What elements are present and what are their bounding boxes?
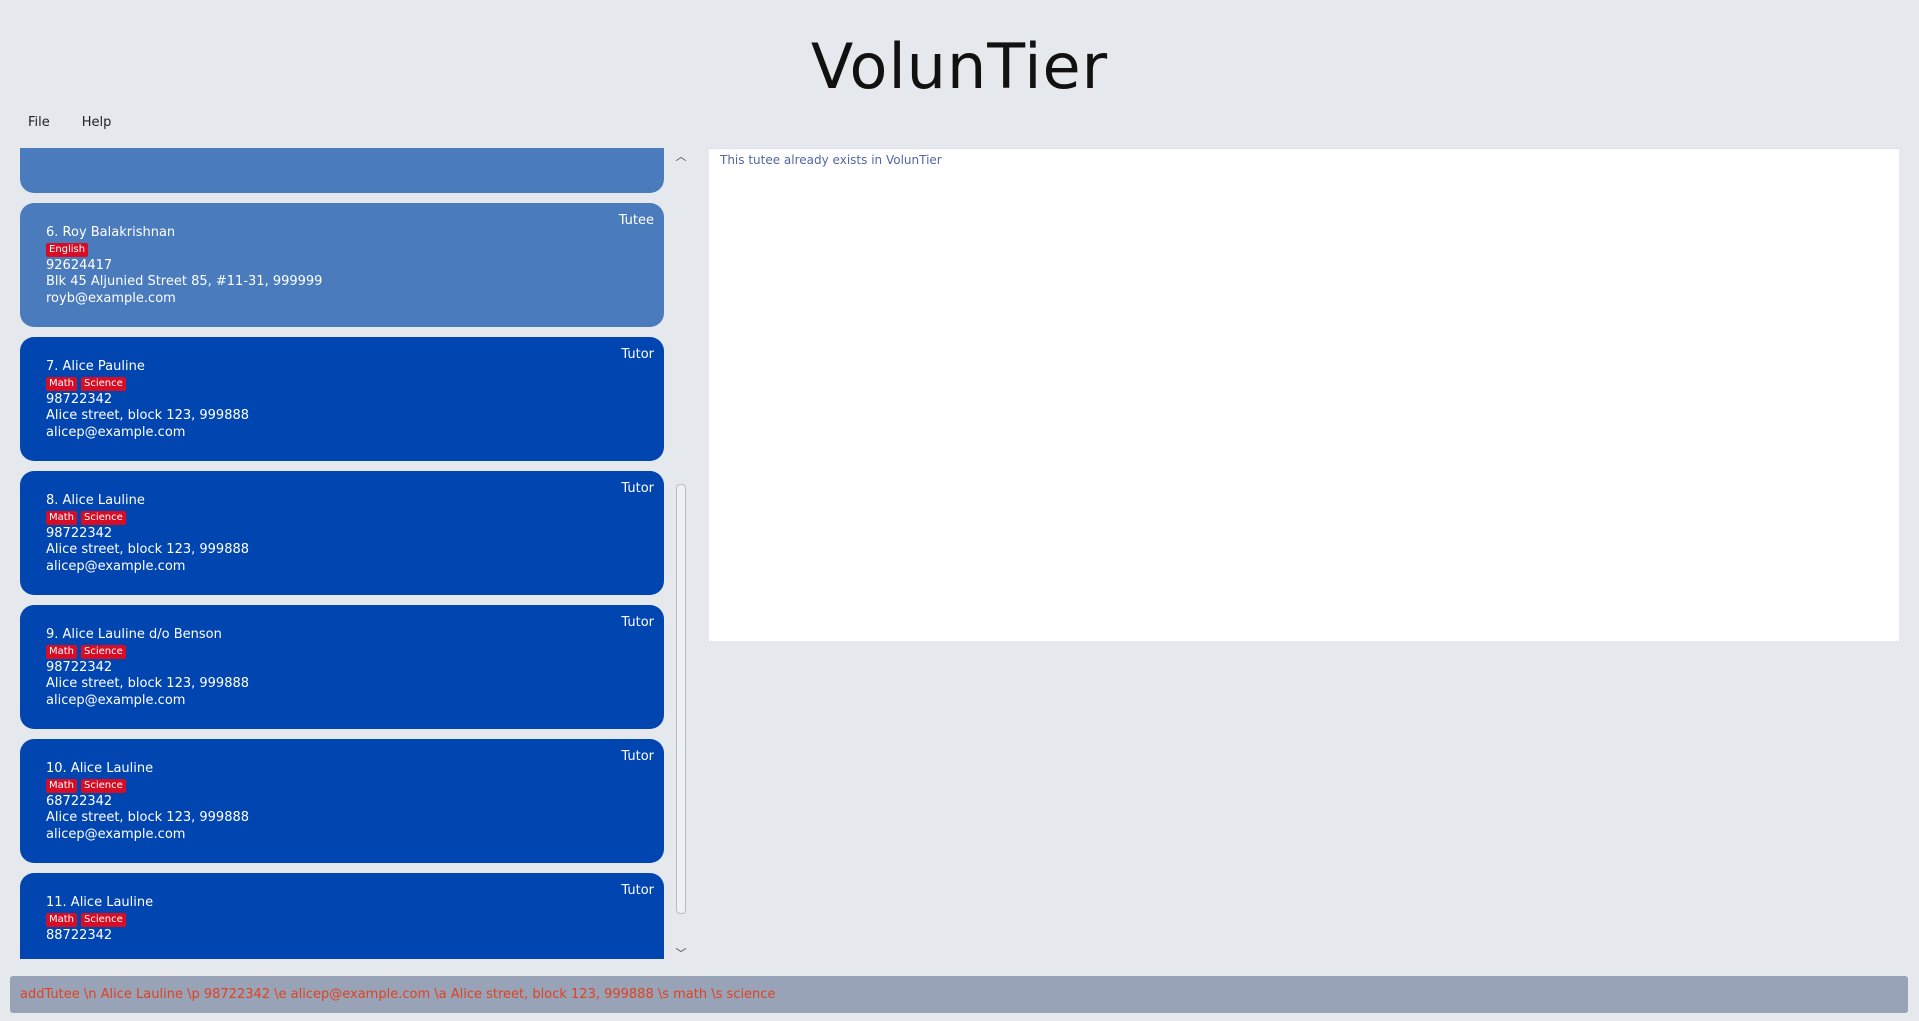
card-name: 7. Alice Pauline	[46, 359, 145, 374]
subject-tag: English	[46, 242, 89, 257]
card-phone: 98722342	[46, 391, 113, 407]
scrollbar-thumb[interactable]	[676, 484, 686, 914]
card-name: 11. Alice Lauline	[46, 895, 154, 910]
card-phone: 98722342	[46, 659, 113, 675]
card-address: Alice street, block 123, 999888	[46, 408, 250, 424]
result-message: This tutee already exists in VolunTier	[720, 153, 942, 167]
card-address: Alice street, block 123, 999888	[46, 542, 250, 558]
subject-tag: Math	[46, 778, 78, 793]
card-tags: Math Science	[46, 510, 249, 525]
subject-tag: Math	[46, 376, 78, 391]
card-phone: 92624417	[46, 257, 113, 273]
card-tags: Math Science	[46, 778, 249, 793]
person-card[interactable]: Tutor 11. Alice Lauline Math Science 8872234…	[20, 873, 664, 959]
card-body: 7. Alice Pauline Math Science 98722342 Alice…	[46, 359, 249, 442]
card-body: 6. Roy Balakrishnan English 92624417 Blk 45…	[46, 225, 322, 308]
menu-bar: File Help	[22, 113, 117, 133]
person-card[interactable]: Tutor 10. Alice Lauline Math Science 6872234…	[20, 739, 664, 863]
card-tags: Math Science	[46, 644, 249, 659]
card-address: Alice street, block 123, 999888	[46, 810, 250, 826]
card-phone: 98722342	[46, 525, 113, 541]
person-list-panel[interactable]: 92492021Blk 47 Tampines Street 20, #17-3…	[20, 148, 664, 959]
list-scrollbar[interactable]: ︿ ﹀	[672, 148, 690, 961]
person-card[interactable]: Tutor 8. Alice Lauline Math Science 98722342…	[20, 471, 664, 595]
person-card[interactable]: Tutee 6. Roy Balakrishnan English 92624417 B…	[20, 203, 664, 327]
subject-tag: Science	[81, 912, 126, 927]
card-body: 9. Alice Lauline d/o Benson Math Science 98…	[46, 627, 249, 710]
card-name: 8. Alice Lauline	[46, 493, 145, 508]
card-email: royb@example.com	[46, 291, 176, 307]
command-input[interactable]: addTutee \n Alice Lauline \p 98722342 \e…	[20, 987, 775, 1002]
person-card[interactable]: Tutor 9. Alice Lauline d/o Benson Math Scie…	[20, 605, 664, 729]
card-role: Tutor	[621, 347, 654, 362]
chevron-down-icon[interactable]: ﹀	[674, 945, 688, 961]
menu-file[interactable]: File	[22, 113, 56, 133]
card-name: 9. Alice Lauline d/o Benson	[46, 627, 222, 642]
card-tags: Math Science	[46, 912, 153, 927]
card-email: alicep@example.com	[46, 693, 186, 709]
card-email: alicep@example.com	[46, 559, 186, 575]
menu-help[interactable]: Help	[76, 113, 118, 133]
command-input-box[interactable]: addTutee \n Alice Lauline \p 98722342 \e…	[10, 976, 1908, 1013]
card-tags: English	[46, 242, 322, 257]
card-role: Tutor	[621, 749, 654, 764]
card-body: 11. Alice Lauline Math Science 88722342	[46, 895, 153, 944]
card-body: 10. Alice Lauline Math Science 68722342 Alic…	[46, 761, 249, 844]
subject-tag: Science	[81, 778, 126, 793]
subject-tag: Science	[81, 376, 126, 391]
card-name: 10. Alice Lauline	[46, 761, 154, 776]
card-role: Tutor	[621, 481, 654, 496]
person-card[interactable]: Tutor 7. Alice Pauline Math Science 98722342…	[20, 337, 664, 461]
result-display: This tutee already exists in VolunTier	[709, 148, 1899, 641]
card-tags: Math Science	[46, 376, 249, 391]
subject-tag: Math	[46, 510, 78, 525]
card-email: alicep@example.com	[46, 425, 186, 441]
app-title: VolunTier	[810, 30, 1109, 103]
person-list: 92492021Blk 47 Tampines Street 20, #17-3…	[20, 148, 664, 959]
chevron-up-icon[interactable]: ︿	[674, 148, 688, 164]
subject-tag: Science	[81, 644, 126, 659]
card-role: Tutor	[621, 615, 654, 630]
person-card[interactable]: 92492021Blk 47 Tampines Street 20, #17-3…	[20, 148, 664, 193]
subject-tag: Science	[81, 510, 126, 525]
card-name: 6. Roy Balakrishnan	[46, 225, 176, 240]
card-role: Tutor	[621, 883, 654, 898]
subject-tag: Math	[46, 644, 78, 659]
card-phone: 88722342	[46, 927, 113, 943]
card-body: 8. Alice Lauline Math Science 98722342 Alice…	[46, 493, 249, 576]
card-phone: 68722342	[46, 793, 113, 809]
card-address: Blk 45 Aljunied Street 85, #11-31, 99999…	[46, 274, 323, 290]
card-email: alicep@example.com	[46, 827, 186, 843]
card-address: Alice street, block 123, 999888	[46, 676, 250, 692]
subject-tag: Math	[46, 912, 78, 927]
card-role: Tutee	[618, 213, 654, 228]
